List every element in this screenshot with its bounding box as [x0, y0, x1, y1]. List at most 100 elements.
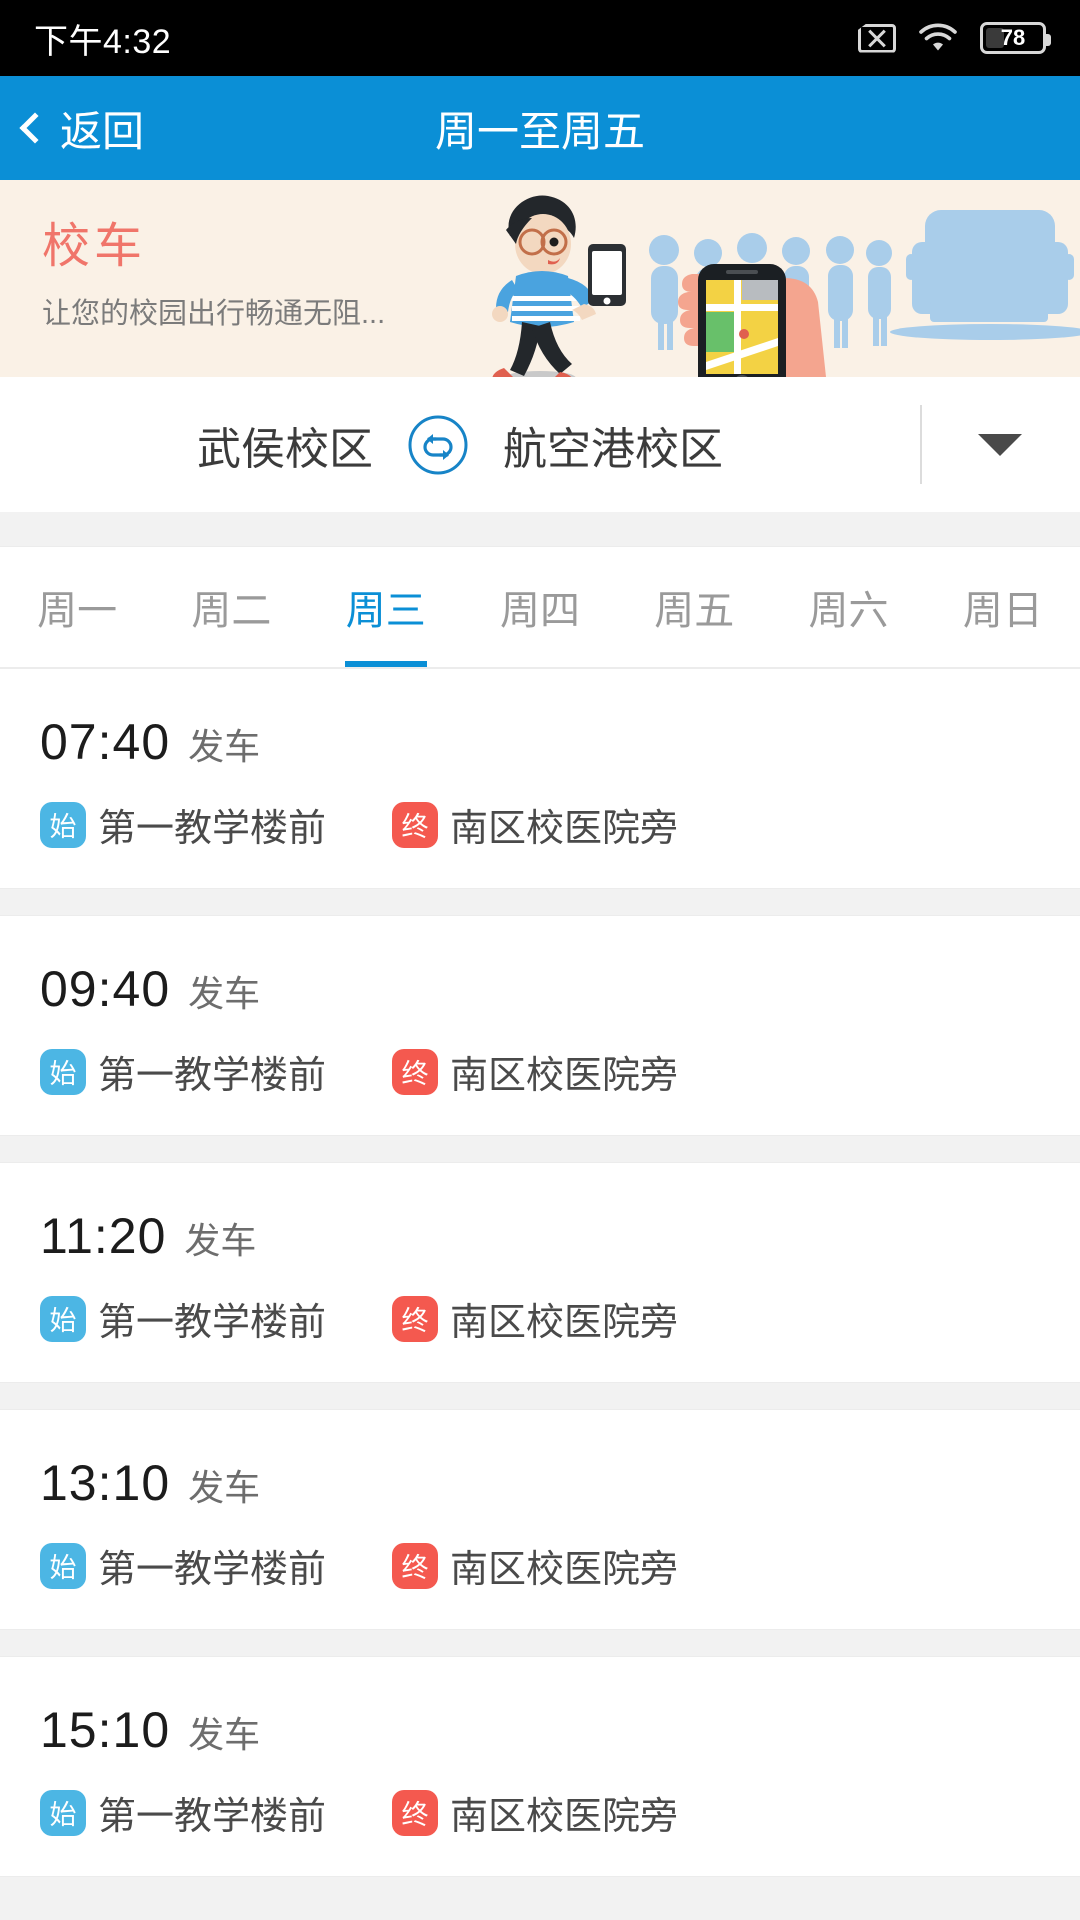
status-bar: 下午4:32 78: [0, 0, 1080, 76]
trip-end-name: 南区校医院旁: [450, 808, 679, 850]
route-destination[interactable]: 航空港校区: [503, 413, 723, 477]
trip-stops: 始 第一教学楼前 终 南区校医院旁: [40, 1291, 1040, 1346]
schedule-list: 07:40 发车 始 第一教学楼前 终 南区校医院旁 09:40 发车 始 第一…: [0, 668, 1080, 1877]
trip-depart-label: 发车: [184, 1220, 257, 1261]
trip-depart-label: 发车: [188, 973, 261, 1014]
trip-start-stop: 始 第一教学楼前: [40, 797, 326, 852]
tab-label: 周五: [654, 589, 735, 633]
trip-end-name: 南区校医院旁: [450, 1549, 679, 1591]
end-badge-icon: 终: [392, 1295, 439, 1342]
trip-end-stop: 终 南区校医院旁: [392, 1044, 678, 1099]
start-badge-icon: 始: [40, 1295, 86, 1342]
trip-time-row: 11:20 发车: [40, 1207, 1040, 1265]
tab-saturday[interactable]: 周六: [771, 547, 925, 667]
student-with-phone-bus-illustration: [460, 180, 1080, 377]
end-badge-icon: 终: [392, 801, 439, 848]
trip-time: 11:20: [40, 1208, 167, 1264]
trip-end-stop: 终 南区校医院旁: [392, 1785, 678, 1840]
tab-label: 周一: [37, 589, 118, 633]
chevron-left-icon: [19, 112, 51, 144]
route-dropdown-button[interactable]: [920, 377, 1080, 512]
section-divider: [0, 512, 1080, 546]
tab-underline: [36, 661, 118, 667]
trip-start-name: 第一教学楼前: [98, 808, 327, 850]
banner-text: 校车 让您的校园出行畅通无阻...: [42, 206, 385, 332]
tab-wednesday[interactable]: 周三: [309, 547, 463, 667]
table-row[interactable]: 09:40 发车 始 第一教学楼前 终 南区校医院旁: [0, 915, 1080, 1136]
end-badge-icon: 终: [392, 1542, 439, 1589]
tab-label: 周二: [191, 589, 272, 633]
tab-label: 周日: [962, 589, 1043, 633]
trip-end-name: 南区校医院旁: [450, 1055, 679, 1097]
page-title: 周一至周五: [434, 107, 645, 155]
trip-start-name: 第一教学楼前: [98, 1796, 327, 1838]
weekday-tabs: 周一 周二 周三 周四 周五 周六 周日: [0, 546, 1080, 668]
end-badge-icon: 终: [392, 1789, 439, 1836]
trip-end-stop: 终 南区校医院旁: [392, 1538, 678, 1593]
tab-label: 周四: [499, 589, 580, 633]
status-time: 下午4:32: [34, 22, 172, 61]
trip-start-name: 第一教学楼前: [98, 1302, 327, 1344]
trip-time-row: 09:40 发车: [40, 960, 1040, 1018]
wifi-icon: [918, 23, 958, 53]
trip-stops: 始 第一教学楼前 终 南区校医院旁: [40, 1785, 1040, 1840]
trip-end-name: 南区校医院旁: [450, 1796, 679, 1838]
table-row[interactable]: 13:10 发车 始 第一教学楼前 终 南区校医院旁: [0, 1409, 1080, 1630]
battery-percent-label: 78: [1000, 25, 1026, 50]
trip-start-stop: 始 第一教学楼前: [40, 1785, 326, 1840]
trip-depart-label: 发车: [188, 726, 261, 767]
trip-stops: 始 第一教学楼前 终 南区校医院旁: [40, 797, 1040, 852]
trip-end-name: 南区校医院旁: [450, 1302, 679, 1344]
trip-stops: 始 第一教学楼前 终 南区校医院旁: [40, 1538, 1040, 1593]
sim-no-signal-icon: [858, 23, 896, 53]
trip-time-row: 13:10 发车: [40, 1454, 1040, 1512]
trip-end-stop: 终 南区校医院旁: [392, 797, 678, 852]
table-row[interactable]: 15:10 发车 始 第一教学楼前 终 南区校医院旁: [0, 1656, 1080, 1877]
swap-loop-icon[interactable]: [407, 414, 469, 476]
back-button[interactable]: 返回: [19, 98, 144, 159]
route-endpoints: 武侯校区 航空港校区: [0, 413, 920, 477]
end-badge-icon: 终: [392, 1048, 439, 1095]
tab-underline: [962, 661, 1044, 667]
tab-friday[interactable]: 周五: [617, 547, 771, 667]
caret-down-icon: [978, 433, 1022, 456]
trip-start-stop: 始 第一教学楼前: [40, 1291, 326, 1346]
trip-time-row: 07:40 发车: [40, 713, 1040, 771]
banner-title: 校车: [42, 220, 147, 273]
tab-underline: [499, 661, 581, 667]
trip-stops: 始 第一教学楼前 终 南区校医院旁: [40, 1044, 1040, 1099]
promo-banner: 校车 让您的校园出行畅通无阻...: [0, 180, 1080, 377]
tab-label: 周三: [345, 589, 426, 633]
tab-monday[interactable]: 周一: [0, 547, 154, 667]
tab-underline: [808, 661, 890, 667]
status-icons: 78: [858, 22, 1051, 54]
tab-tuesday[interactable]: 周二: [154, 547, 308, 667]
trip-time: 09:40: [40, 961, 171, 1017]
start-badge-icon: 始: [40, 801, 86, 848]
tab-label: 周六: [808, 589, 889, 633]
tab-thursday[interactable]: 周四: [463, 547, 617, 667]
trip-depart-label: 发车: [188, 1467, 261, 1508]
start-badge-icon: 始: [40, 1542, 86, 1589]
tab-sunday[interactable]: 周日: [926, 547, 1080, 667]
trip-time: 15:10: [40, 1702, 171, 1758]
trip-start-name: 第一教学楼前: [98, 1549, 327, 1591]
tab-underline: [344, 661, 427, 667]
tab-underline: [653, 661, 735, 667]
trip-start-stop: 始 第一教学楼前: [40, 1538, 326, 1593]
trip-depart-label: 发车: [188, 1714, 261, 1755]
route-origin[interactable]: 武侯校区: [197, 413, 373, 477]
start-badge-icon: 始: [40, 1789, 86, 1836]
battery-icon: 78: [980, 22, 1051, 54]
table-row[interactable]: 11:20 发车 始 第一教学楼前 终 南区校医院旁: [0, 1162, 1080, 1383]
trip-time: 07:40: [40, 714, 171, 770]
trip-time-row: 15:10 发车: [40, 1701, 1040, 1759]
trip-start-name: 第一教学楼前: [98, 1055, 327, 1097]
banner-subtitle: 让您的校园出行畅通无阻...: [42, 298, 386, 330]
start-badge-icon: 始: [40, 1048, 86, 1095]
table-row[interactable]: 07:40 发车 始 第一教学楼前 终 南区校医院旁: [0, 668, 1080, 889]
trip-time: 13:10: [40, 1455, 171, 1511]
route-selector[interactable]: 武侯校区 航空港校区: [0, 377, 1080, 512]
trip-start-stop: 始 第一教学楼前: [40, 1044, 326, 1099]
navbar: 返回 周一至周五: [0, 76, 1080, 180]
